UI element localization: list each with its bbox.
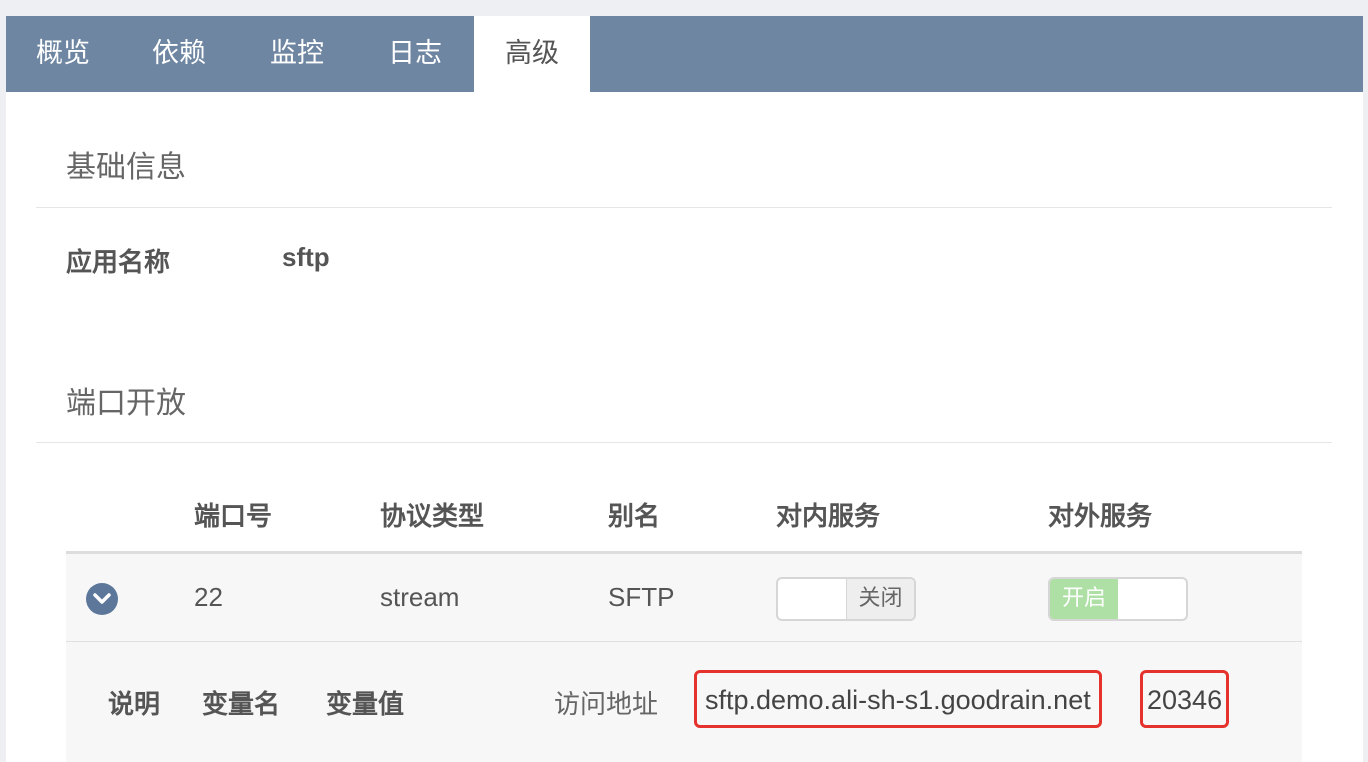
- app-name-label: 应用名称: [66, 248, 171, 278]
- header-port: 端口号: [194, 502, 273, 532]
- tab-bar: 概览 依赖 监控 日志 高级: [6, 16, 1363, 92]
- outer-service-toggle[interactable]: 开启: [1048, 577, 1188, 621]
- tab-monitoring[interactable]: 监控: [238, 16, 356, 92]
- detail-var-name-header: 变量名: [202, 690, 281, 720]
- protocol-cell: stream: [380, 582, 460, 612]
- alias-cell[interactable]: SFTP: [608, 582, 674, 613]
- table-header: 端口号 协议类型 别名 对内服务 对外服务: [66, 470, 1302, 554]
- expand-chevron-icon[interactable]: [86, 583, 118, 615]
- detail-desc-header: 说明: [108, 690, 161, 720]
- toggle-label: 关闭: [846, 579, 914, 619]
- table-row: 22 stream SFTP 关闭 开启: [66, 554, 1302, 642]
- header-outer-service: 对外服务: [1048, 502, 1153, 532]
- access-address-label: 访问地址: [554, 690, 659, 720]
- header-inner-service: 对内服务: [776, 502, 881, 532]
- tab-overview[interactable]: 概览: [6, 16, 120, 92]
- header-alias: 别名: [608, 502, 661, 532]
- advanced-panel: 基础信息 应用名称 sftp 端口开放 端口号 协议类型 别名 对内服务 对外服…: [6, 92, 1363, 762]
- tab-dependencies[interactable]: 依赖: [120, 16, 238, 92]
- divider: [36, 442, 1332, 443]
- app-name-value: sftp: [282, 242, 330, 272]
- tab-logs[interactable]: 日志: [356, 16, 474, 92]
- basic-info-title: 基础信息: [66, 150, 186, 185]
- ports-title: 端口开放: [66, 386, 186, 421]
- access-host: sftp.demo.ali-sh-s1.goodrain.net: [694, 670, 1102, 728]
- inner-service-toggle[interactable]: 关闭: [776, 577, 916, 621]
- header-protocol: 协议类型: [380, 502, 485, 532]
- detail-var-value-header: 变量值: [326, 690, 405, 720]
- toggle-label: 开启: [1050, 579, 1118, 619]
- divider: [36, 207, 1332, 208]
- ports-table: 端口号 协议类型 别名 对内服务 对外服务 22 stream SFTP 关闭 …: [66, 470, 1302, 762]
- port-cell: 22: [194, 582, 223, 612]
- tab-advanced[interactable]: 高级: [474, 16, 590, 92]
- access-port: 20346: [1140, 670, 1230, 728]
- port-detail: 说明 变量名 变量值 访问地址 sftp.demo.ali-sh-s1.good…: [66, 642, 1302, 762]
